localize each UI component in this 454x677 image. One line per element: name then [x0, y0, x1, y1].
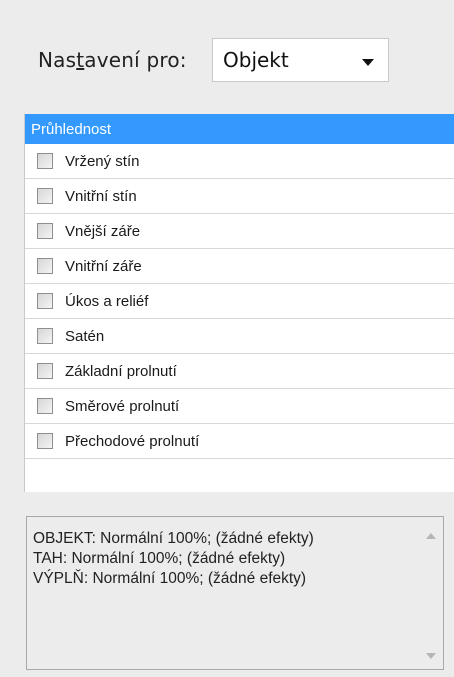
- effect-item-inner-shadow[interactable]: Vnitřní stín: [25, 179, 454, 214]
- outer-glow-checkbox[interactable]: [37, 223, 53, 239]
- effect-label: Vnitřní stín: [65, 187, 137, 205]
- effects-panel: Průhlednost Vržený stín Vnitřní stín Vně…: [24, 114, 454, 492]
- satin-checkbox[interactable]: [37, 328, 53, 344]
- effect-label: Přechodové prolnutí: [65, 432, 200, 450]
- bevel-emboss-checkbox[interactable]: [37, 293, 53, 309]
- drop-shadow-checkbox[interactable]: [37, 153, 53, 169]
- summary-scrollbar[interactable]: [421, 517, 443, 669]
- settings-for-value: Objekt: [223, 48, 289, 72]
- effects-summary-box[interactable]: OBJEKT: Normální 100%; (žádné efekty) TA…: [26, 516, 444, 670]
- effect-item-directional-feather[interactable]: Směrové prolnutí: [25, 389, 454, 424]
- effects-list: Vržený stín Vnitřní stín Vnější záře Vni…: [25, 144, 454, 459]
- effect-label: Vnější záře: [65, 222, 141, 240]
- settings-for-select[interactable]: Objekt: [212, 38, 389, 82]
- effect-item-bevel-emboss[interactable]: Úkos a reliéf: [25, 284, 454, 319]
- effect-item-inner-glow[interactable]: Vnitřní záře: [25, 249, 454, 284]
- directional-feather-checkbox[interactable]: [37, 398, 53, 414]
- summary-text: OBJEKT: Normální 100%; (žádné efekty) TA…: [33, 529, 413, 589]
- effect-label: Satén: [65, 327, 105, 345]
- summary-line-object: OBJEKT: Normální 100%; (žádné efekty): [33, 530, 314, 547]
- scroll-down-icon[interactable]: [426, 653, 436, 659]
- effect-item-outer-glow[interactable]: Vnější záře: [25, 214, 454, 249]
- basic-feather-checkbox[interactable]: [37, 363, 53, 379]
- gradient-feather-checkbox[interactable]: [37, 433, 53, 449]
- effect-label: Vnitřní záře: [65, 257, 142, 275]
- inner-glow-checkbox[interactable]: [37, 258, 53, 274]
- inner-shadow-checkbox[interactable]: [37, 188, 53, 204]
- effect-item-gradient-feather[interactable]: Přechodové prolnutí: [25, 424, 454, 459]
- scroll-up-icon[interactable]: [426, 533, 436, 539]
- settings-for-label: Nastavení pro:: [38, 48, 187, 72]
- effect-item-drop-shadow[interactable]: Vržený stín: [25, 144, 454, 179]
- effect-item-satin[interactable]: Satén: [25, 319, 454, 354]
- effect-label: Vržený stín: [65, 152, 140, 170]
- transparency-header[interactable]: Průhlednost: [25, 114, 454, 144]
- chevron-down-icon: [362, 59, 374, 66]
- effect-label: Směrové prolnutí: [65, 397, 180, 415]
- summary-line-stroke: TAH: Normální 100%; (žádné efekty): [33, 550, 286, 567]
- effect-label: Úkos a reliéf: [65, 292, 149, 310]
- summary-line-fill: VÝPLŇ: Normální 100%; (žádné efekty): [33, 570, 307, 587]
- effect-item-basic-feather[interactable]: Základní prolnutí: [25, 354, 454, 389]
- effect-label: Základní prolnutí: [65, 362, 177, 380]
- settings-for-row: Nastavení pro:: [38, 36, 187, 84]
